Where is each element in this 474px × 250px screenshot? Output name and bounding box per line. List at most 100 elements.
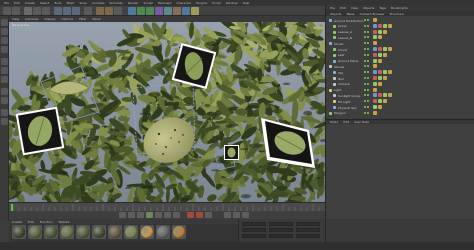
menu-item-15[interactable]: Window [226, 1, 238, 5]
viewport-menu-item-2[interactable]: Display [44, 17, 55, 21]
previous-frame-icon[interactable] [137, 212, 144, 218]
visibility-dots[interactable] [364, 24, 369, 27]
next-frame-icon[interactable] [155, 212, 162, 218]
menu-item-16[interactable]: Help [243, 1, 250, 5]
object-row[interactable]: Grass [326, 23, 474, 29]
object-tags[interactable] [373, 87, 377, 92]
object-row[interactable]: Light [326, 87, 474, 93]
object-row[interactable]: Leaves_B [326, 35, 474, 40]
material-swatch[interactable] [28, 225, 42, 239]
viewport-menu-item-3[interactable]: Options [62, 17, 74, 21]
material-swatch[interactable] [124, 225, 138, 239]
material-swatch[interactable] [172, 225, 186, 239]
play-icon[interactable] [146, 212, 153, 218]
viewport-menu-item-1[interactable]: Cameras [25, 17, 38, 21]
object-row[interactable]: Sky [326, 70, 474, 75]
material-swatch[interactable] [92, 225, 106, 239]
visibility-dots[interactable] [364, 94, 369, 97]
object-tags[interactable] [373, 99, 387, 104]
model-mode-icon[interactable] [1, 28, 8, 35]
material-swatch[interactable] [44, 225, 58, 239]
menu-item-9[interactable]: Render [128, 1, 139, 5]
workplane-icon[interactable] [1, 109, 8, 116]
deformer-icon[interactable] [164, 7, 172, 15]
scale-tool-icon[interactable] [33, 7, 41, 15]
visibility-dots[interactable] [364, 82, 369, 85]
world-coordinates-icon[interactable] [84, 7, 92, 15]
om-tab-2[interactable]: Content Browser [360, 12, 385, 16]
om-menu-item-0[interactable]: File [330, 6, 335, 10]
render-view-icon[interactable] [96, 7, 104, 15]
material-menu-item-0[interactable]: Create [12, 220, 22, 224]
object-tags[interactable] [373, 70, 392, 75]
menu-item-5[interactable]: Mesh [66, 1, 74, 5]
enable-axis-icon[interactable] [1, 88, 8, 95]
move-tool-icon[interactable] [24, 7, 32, 15]
object-tags[interactable] [373, 93, 392, 98]
polygons-mode-icon[interactable] [1, 76, 8, 83]
om-menu-item-1[interactable]: Edit [340, 6, 346, 10]
previous-key-icon[interactable] [128, 212, 135, 218]
object-row[interactable]: Sunlight Group [326, 93, 474, 98]
object-row[interactable]: Polygon [326, 110, 474, 116]
object-row[interactable]: Ground Plane [326, 58, 474, 64]
cube-icon[interactable] [128, 7, 136, 15]
floor-icon[interactable] [173, 7, 181, 15]
om-tab-3[interactable]: Structure [390, 12, 404, 16]
undo-icon[interactable] [3, 7, 11, 15]
om-menu-item-4[interactable]: Tags [379, 6, 386, 10]
object-row[interactable]: Leaves_A [326, 29, 474, 35]
menu-item-8[interactable]: Simulate [110, 1, 123, 5]
z-axis-icon[interactable] [72, 7, 80, 15]
visibility-dots[interactable] [364, 65, 369, 68]
object-tags[interactable] [373, 18, 377, 22]
visibility-dots[interactable] [364, 30, 369, 33]
rotation-b-field[interactable] [296, 234, 320, 238]
cloner-icon[interactable] [155, 7, 163, 15]
make-editable-icon[interactable] [1, 19, 8, 26]
object-tags[interactable] [373, 35, 382, 40]
object-tags[interactable] [373, 58, 382, 63]
menu-item-14[interactable]: Script [212, 1, 221, 5]
visibility-dots[interactable] [364, 88, 369, 91]
timeline-ruler[interactable] [9, 202, 325, 211]
go-to-start-icon[interactable] [119, 212, 126, 218]
menu-item-7[interactable]: Animate [92, 1, 105, 5]
snap-icon[interactable] [1, 97, 8, 104]
edges-mode-icon[interactable] [1, 67, 8, 74]
material-menu-item-3[interactable]: Texture [59, 220, 70, 224]
autokey-icon[interactable] [196, 212, 203, 218]
object-tags[interactable] [373, 47, 392, 51]
visibility-dots[interactable] [364, 19, 369, 21]
subdivision-icon[interactable] [146, 7, 154, 15]
menu-item-11[interactable]: MoGraph [158, 1, 172, 5]
size-x-field[interactable] [269, 222, 293, 226]
material-menu-item-1[interactable]: Edit [28, 220, 34, 224]
menu-item-10[interactable]: Sculpt [143, 1, 152, 5]
material-menu-item-2[interactable]: Function [40, 220, 53, 224]
object-row[interactable]: Leaf [326, 52, 474, 58]
menu-item-13[interactable]: Plugins [196, 1, 207, 5]
menu-item-6[interactable]: Snap [79, 1, 87, 5]
object-tags[interactable] [373, 105, 382, 109]
visibility-dots[interactable] [364, 42, 369, 45]
material-swatch[interactable] [76, 225, 90, 239]
object-row[interactable]: Fill Light [326, 99, 474, 104]
render-settings-icon[interactable] [114, 7, 122, 15]
object-row[interactable]: Clover [326, 47, 474, 52]
om-menu-item-2[interactable]: View [351, 6, 358, 10]
next-key-icon[interactable] [164, 212, 171, 218]
visibility-dots[interactable] [364, 53, 369, 56]
position-x-field[interactable] [242, 222, 266, 226]
material-swatch[interactable] [156, 225, 170, 239]
visibility-dots[interactable] [364, 106, 369, 108]
rotation-key-icon[interactable] [242, 212, 249, 218]
material-swatch[interactable] [12, 225, 26, 239]
keyframe-selection-icon[interactable] [205, 212, 212, 218]
object-row[interactable]: Physical Sky [326, 105, 474, 110]
visibility-dots[interactable] [364, 59, 369, 62]
object-tags[interactable] [373, 23, 392, 28]
rotate-tool-icon[interactable] [42, 7, 50, 15]
visibility-dots[interactable] [364, 48, 369, 50]
om-menu-item-3[interactable]: Objects [363, 6, 374, 10]
